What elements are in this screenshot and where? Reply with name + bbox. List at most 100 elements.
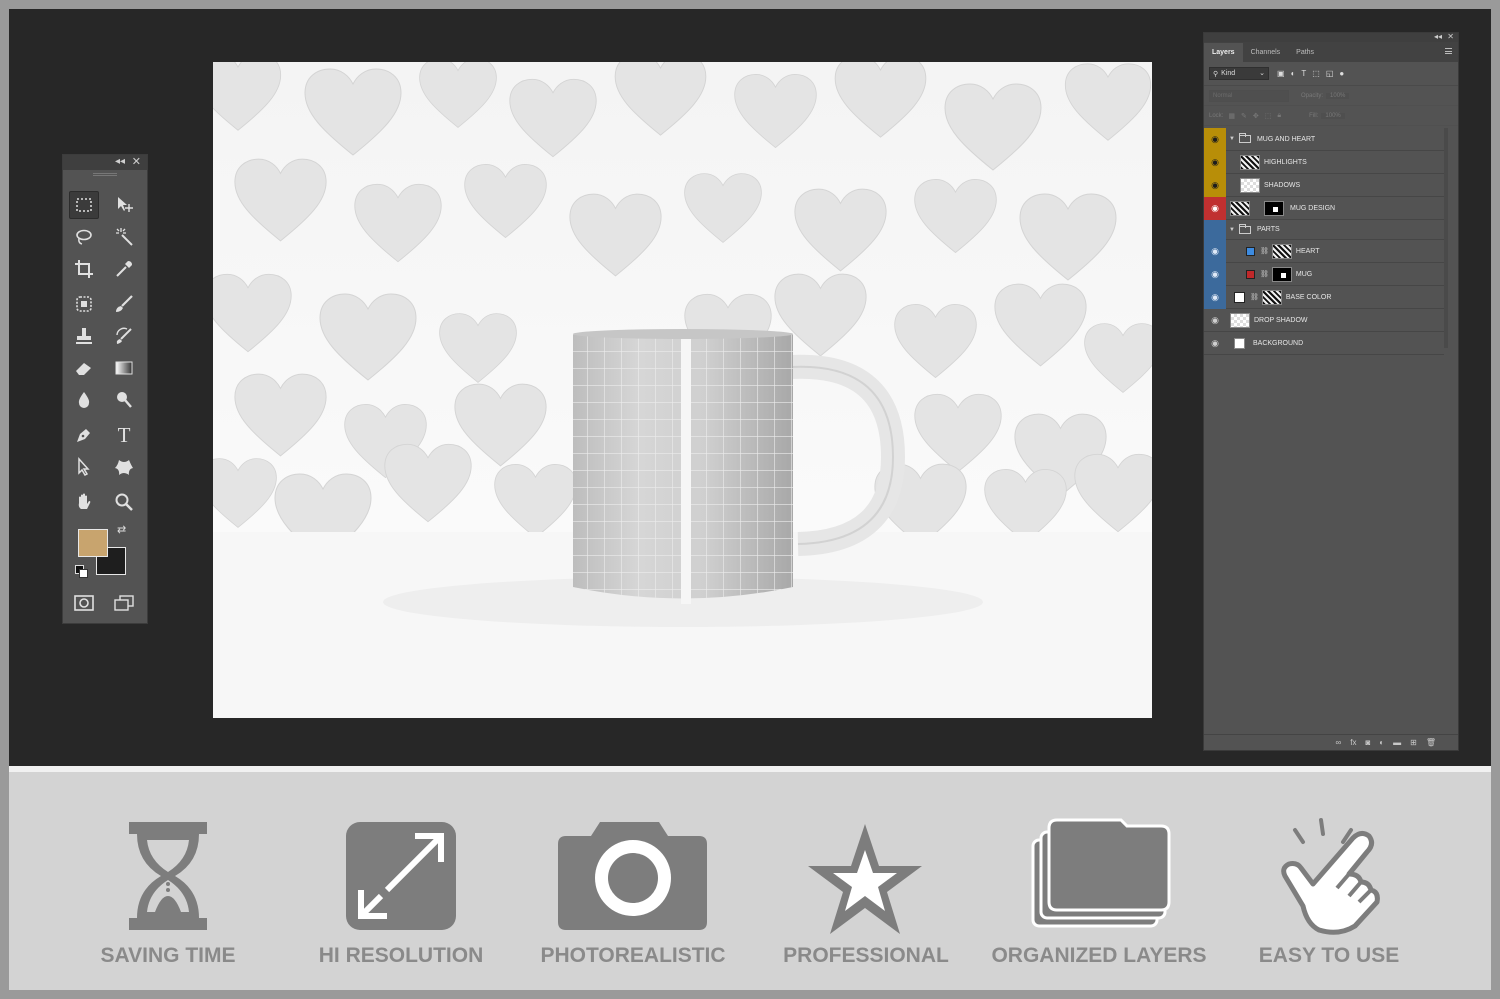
filter-toggle-icon[interactable]: ● [1339, 69, 1344, 78]
eraser-tool-button[interactable] [69, 354, 99, 382]
layer-row-mug[interactable]: ◉ ⛓ MUG [1204, 262, 1444, 286]
collapse-icon[interactable]: ◂◂ [1434, 32, 1442, 41]
shape-filter-icon[interactable]: ⬚ [1312, 69, 1320, 78]
eyedropper-tool-button[interactable] [109, 255, 139, 283]
panel-grip[interactable] [93, 173, 117, 176]
custom-shape-tool-button[interactable] [109, 453, 139, 481]
visibility-eye-icon[interactable]: ◉ [1204, 285, 1226, 309]
lock-position-icon[interactable]: ✥ [1253, 112, 1259, 120]
smart-object-filter-icon[interactable]: ◱ [1326, 69, 1334, 78]
visibility-eye-icon[interactable]: ◉ [1204, 196, 1226, 220]
visibility-eye-icon[interactable]: ◉ [1204, 150, 1226, 174]
layer-row-mug-and-heart[interactable]: ◉ ▼ MUG AND HEART [1204, 127, 1444, 151]
close-icon[interactable]: ✕ [1447, 32, 1454, 41]
eraser-icon [76, 363, 91, 375]
healing-icon [76, 296, 92, 312]
swap-colors-icon[interactable]: ⇄ [117, 523, 126, 536]
layer-row-drop-shadow[interactable]: ◉ DROP SHADOW [1204, 309, 1444, 332]
layer-thumbnail [1240, 177, 1260, 193]
layer-row-parts[interactable]: ▼ PARTS [1204, 219, 1444, 240]
visibility-eye-icon[interactable]: ◉ [1204, 239, 1226, 263]
tab-layers[interactable]: Layers [1204, 43, 1243, 62]
visibility-eye-icon[interactable]: ◉ [1204, 332, 1226, 355]
visibility-eye-icon[interactable]: ◉ [1204, 309, 1226, 332]
layer-mask-thumbnail [1271, 266, 1292, 282]
chevron-down-icon[interactable]: ▼ [1229, 227, 1235, 233]
history-brush-tool-button[interactable] [109, 322, 139, 350]
tab-channels[interactable]: Channels [1243, 49, 1289, 62]
layer-row-background[interactable]: ◉ BACKGROUND [1204, 332, 1444, 355]
new-layer-icon[interactable]: ⊞ [1410, 738, 1417, 747]
type-filter-icon[interactable]: T [1301, 69, 1306, 78]
marquee-tool-button[interactable] [69, 191, 99, 219]
visibility-eye-icon[interactable]: ◉ [1204, 127, 1226, 151]
opacity-value[interactable]: 100% [1326, 92, 1350, 99]
visibility-eye-icon[interactable]: ◉ [1204, 173, 1226, 197]
default-colors-icon[interactable] [75, 565, 88, 578]
layer-mask-thumbnail [1271, 243, 1292, 259]
type-tool-button[interactable]: T [109, 421, 139, 449]
layers-scrollbar[interactable] [1444, 128, 1448, 348]
magic-wand-tool-button[interactable] [109, 223, 139, 251]
lock-all-icon[interactable]: 🔒︎ [1277, 112, 1281, 120]
crop-tool-button[interactable] [69, 255, 99, 283]
layer-row-base-color[interactable]: ◉ ⛓ BASE COLOR [1204, 285, 1444, 309]
hand-tool-button[interactable] [69, 488, 99, 516]
brush-tool-button[interactable] [109, 290, 139, 318]
path-selection-tool-button[interactable] [69, 453, 99, 481]
layer-row-shadows[interactable]: ◉ SHADOWS [1204, 173, 1444, 197]
lock-row: Lock: ▦ ✎ ✥ ⬚ 🔒︎ Fill: 100% [1204, 106, 1458, 126]
visibility-eye-icon[interactable] [1204, 219, 1226, 240]
zoom-tool-button[interactable] [109, 488, 139, 516]
lock-artboard-icon[interactable]: ⬚ [1265, 112, 1272, 120]
layer-row-highlights[interactable]: ◉ HIGHLIGHTS [1204, 150, 1444, 174]
gradient-tool-button[interactable] [109, 354, 139, 382]
lock-pixels-icon[interactable]: ✎ [1241, 112, 1247, 120]
layer-row-mug-design[interactable]: ◉ MUG DESIGN [1204, 196, 1444, 220]
pen-icon [77, 429, 90, 442]
star-icon [808, 824, 922, 934]
folder-icon [1238, 133, 1251, 143]
link-layers-icon[interactable]: ∞ [1336, 738, 1342, 747]
layer-style-icon[interactable]: fx [1350, 738, 1356, 747]
lasso-tool-button[interactable] [69, 223, 99, 251]
foreground-color-swatch[interactable] [78, 529, 108, 557]
close-icon[interactable]: ✕ [132, 155, 141, 168]
adjustment-filter-icon[interactable]: ◐ [1291, 69, 1296, 78]
blur-tool-button[interactable] [69, 386, 99, 414]
healing-brush-tool-button[interactable] [69, 290, 99, 318]
screen-mode-button[interactable] [109, 589, 139, 617]
filter-kind-dropdown[interactable]: ⚲ Kind ⌄ [1209, 67, 1269, 80]
clone-stamp-tool-button[interactable] [69, 322, 99, 350]
filter-icons: ▣ ◐ T ⬚ ◱ ● [1277, 69, 1344, 78]
adjustment-layer-icon[interactable]: ◐ [1379, 738, 1384, 747]
blend-mode-dropdown[interactable]: Normal [1209, 89, 1289, 102]
tab-paths[interactable]: Paths [1288, 49, 1322, 62]
document-canvas[interactable] [213, 62, 1152, 718]
feature-label-saving-time: SAVING TIME [100, 944, 236, 967]
crop-icon [75, 260, 93, 278]
type-icon: T [117, 422, 131, 447]
pixel-filter-icon[interactable]: ▣ [1277, 69, 1285, 78]
panel-menu-icon[interactable] [1445, 48, 1452, 54]
opacity-label: Opacity: [1301, 92, 1324, 99]
collapse-icon[interactable]: ◂◂ [115, 156, 125, 167]
layer-name: BACKGROUND [1253, 339, 1304, 347]
lock-transparent-icon[interactable]: ▦ [1228, 112, 1235, 120]
visibility-eye-icon[interactable]: ◉ [1204, 262, 1226, 286]
chevron-down-icon[interactable]: ▼ [1229, 136, 1235, 142]
fill-value[interactable]: 100% [1321, 112, 1345, 119]
quick-mask-button[interactable] [69, 589, 99, 617]
move-tool-button[interactable] [109, 191, 139, 219]
delete-layer-icon[interactable]: 🗑︎ [1426, 738, 1436, 747]
layer-row-heart[interactable]: ◉ ⛓ HEART [1204, 239, 1444, 263]
add-mask-icon[interactable]: ◙ [1365, 738, 1370, 747]
layer-name: PARTS [1256, 226, 1280, 233]
zoom-icon [115, 493, 133, 511]
dodge-tool-button[interactable] [109, 386, 139, 414]
pen-tool-button[interactable] [69, 421, 99, 449]
shape-icon [115, 460, 133, 475]
new-group-icon[interactable]: ▬ [1393, 738, 1401, 747]
mug-mockup-image [213, 62, 1152, 718]
features-strip: SAVING TIME HI RESOLUTION PHOTOREALISTIC… [9, 772, 1491, 990]
